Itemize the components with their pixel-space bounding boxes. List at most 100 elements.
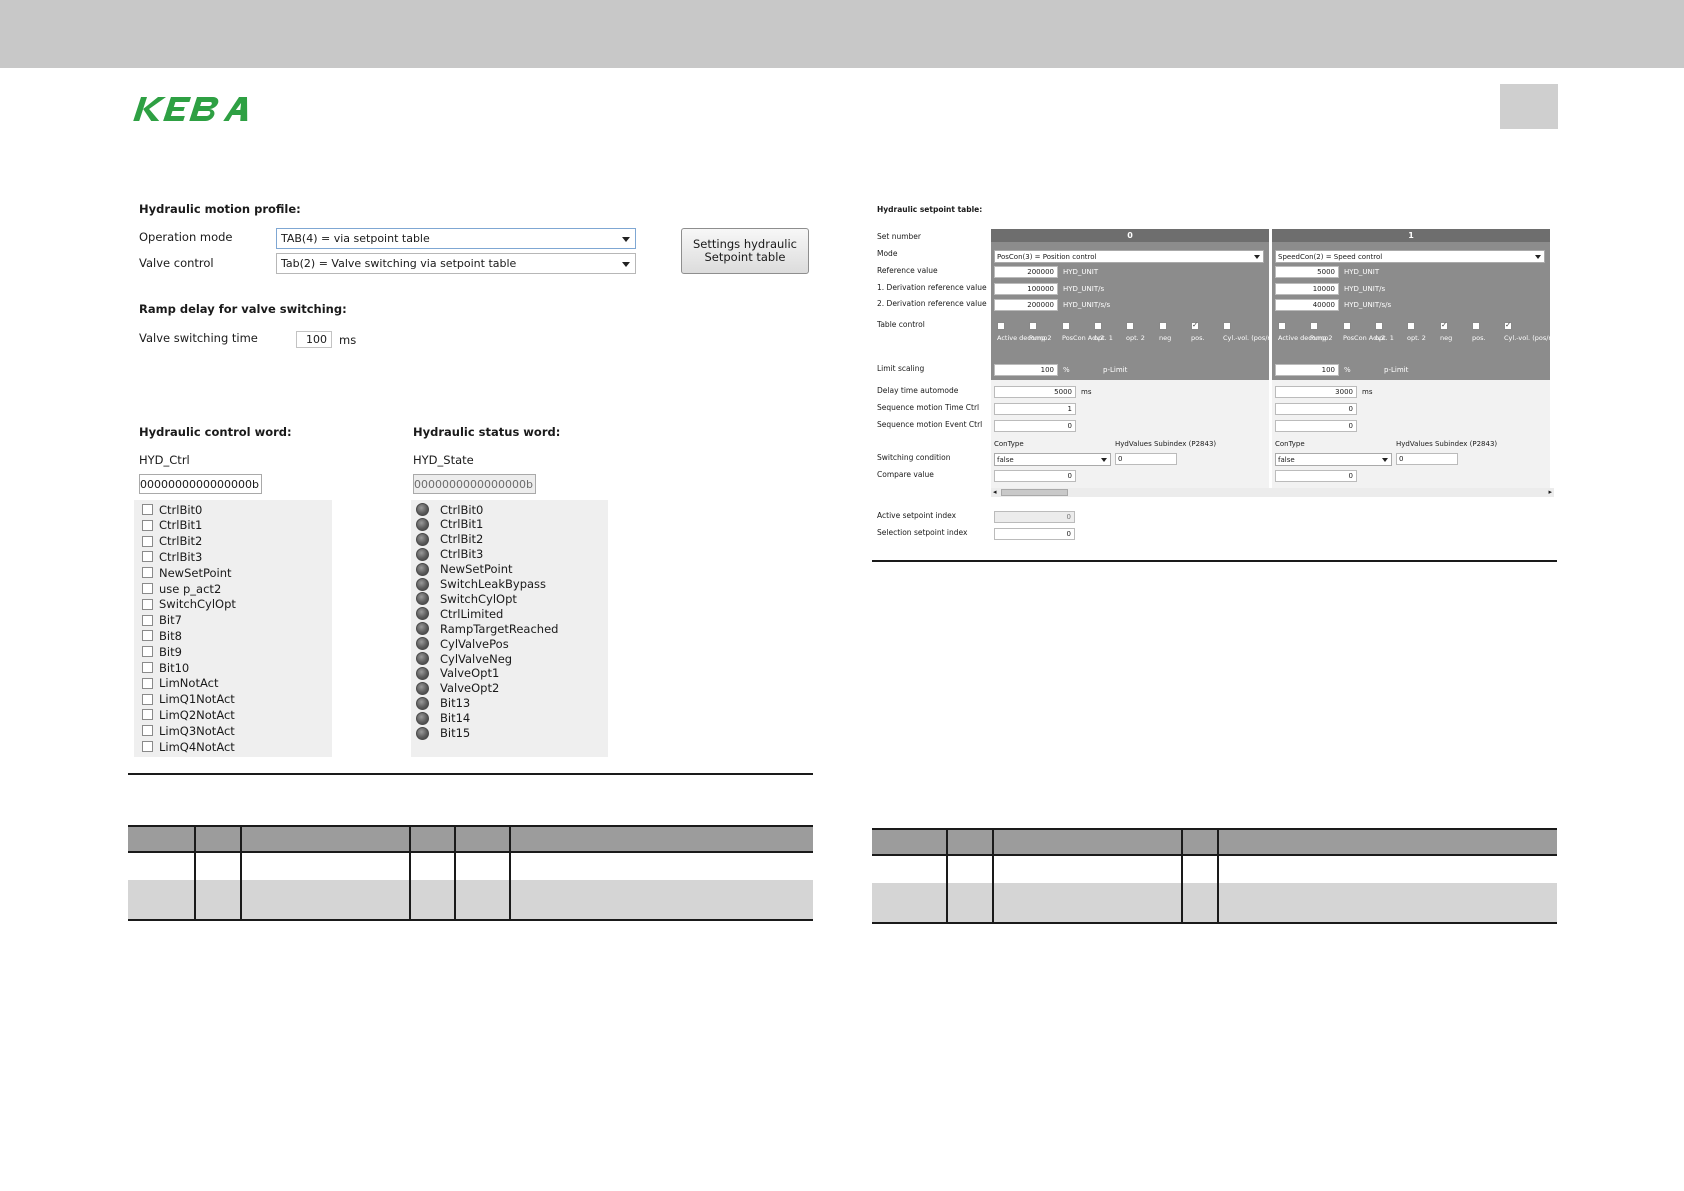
delay-time-input[interactable]: 5000 — [994, 386, 1076, 398]
scrollbar-thumb[interactable] — [1001, 489, 1068, 496]
checkbox-box[interactable] — [142, 519, 153, 531]
chevron-down-icon — [1101, 458, 1107, 462]
mode-select[interactable]: PosCon(3) = Position control — [994, 250, 1264, 263]
control-bit-checkbox[interactable]: Bit10 — [142, 660, 189, 675]
valve-switching-time-input[interactable]: 100 — [296, 331, 332, 348]
checkbox-box[interactable] — [142, 677, 153, 689]
control-word-value-field[interactable]: 0000000000000000b — [139, 474, 262, 494]
checkbox-box[interactable] — [142, 567, 153, 579]
control-bit-checkbox[interactable]: CtrlBit1 — [142, 518, 202, 533]
checkbox-box[interactable] — [142, 630, 153, 642]
reference-value-input[interactable]: 200000 — [994, 266, 1058, 278]
control-bit-checkbox[interactable]: Bit7 — [142, 613, 182, 628]
table-control-checkbox[interactable] — [1126, 322, 1134, 330]
operation-mode-select[interactable]: TAB(4) = via setpoint table — [276, 228, 636, 249]
control-bit-checkbox[interactable]: Bit8 — [142, 628, 182, 643]
seq-time-input[interactable]: 1 — [994, 403, 1076, 415]
checkbox-box[interactable] — [142, 614, 153, 626]
deriv2-input[interactable]: 200000 — [994, 299, 1058, 311]
table-control-checkbox[interactable] — [1310, 322, 1318, 330]
control-bit-checkbox[interactable]: Bit9 — [142, 644, 182, 659]
status-bit-label: Bit15 — [440, 726, 471, 740]
checkbox-box[interactable] — [142, 598, 153, 610]
checkbox-box[interactable] — [142, 725, 153, 737]
control-bit-checkbox[interactable]: CtrlBit3 — [142, 549, 202, 564]
control-bit-label: LimQ4NotAct — [159, 739, 235, 754]
checkbox-box[interactable] — [142, 693, 153, 705]
checkbox-box[interactable] — [142, 535, 153, 547]
control-bit-checkbox[interactable]: CtrlBit0 — [142, 502, 202, 517]
table-row — [128, 880, 813, 921]
deriv2-input[interactable]: 40000 — [1275, 299, 1339, 311]
scroll-left-icon[interactable]: ◂ — [993, 489, 997, 496]
table-control-checkbox[interactable] — [1223, 322, 1231, 330]
settings-setpoint-table-button[interactable]: Settings hydraulic Setpoint table — [681, 228, 809, 274]
chevron-down-icon — [622, 262, 630, 267]
checkbox-box[interactable] — [142, 504, 153, 515]
table-control-checkbox[interactable]: ✓ — [1504, 322, 1512, 330]
table-control-checkbox[interactable] — [1407, 322, 1415, 330]
control-bit-label: use p_act2 — [159, 581, 222, 596]
control-bit-checkbox[interactable]: LimQ3NotAct — [142, 723, 235, 738]
row-label-compare-value: Compare value — [877, 470, 934, 479]
table-control-checkbox[interactable] — [1062, 322, 1070, 330]
row-label-seq-time: Sequence motion Time Ctrl — [877, 403, 980, 412]
checkbox-box[interactable] — [142, 741, 153, 752]
delay-time-input[interactable]: 3000 — [1275, 386, 1357, 398]
checkbox-box[interactable] — [142, 583, 153, 594]
seq-event-input[interactable]: 0 — [994, 420, 1076, 432]
table-header — [872, 828, 1557, 856]
status-bit-label: NewSetPoint — [440, 562, 513, 577]
checkbox-box[interactable] — [142, 551, 153, 563]
seq-event-input[interactable]: 0 — [1275, 420, 1357, 432]
deriv1-input[interactable]: 100000 — [994, 283, 1058, 295]
table-control-checkbox[interactable] — [1375, 322, 1383, 330]
control-bit-checkbox[interactable]: use p_act2 — [142, 581, 221, 596]
table-control-checkbox[interactable] — [1472, 322, 1480, 330]
valve-control-value: Tab(2) = Valve switching via setpoint ta… — [281, 257, 517, 270]
led-icon — [416, 622, 429, 636]
table-divider — [454, 825, 456, 921]
selection-setpoint-index-field[interactable]: 0 — [994, 528, 1075, 540]
table-control-label: opt. 2 — [1126, 334, 1145, 342]
table-control-checkbox[interactable]: ✓ — [1191, 322, 1199, 330]
deriv1-input[interactable]: 10000 — [1275, 283, 1339, 295]
seq-time-input[interactable]: 0 — [1275, 403, 1357, 415]
mode-select[interactable]: SpeedCon(2) = Speed control — [1275, 250, 1545, 263]
checkbox-box[interactable] — [142, 662, 153, 673]
reference-value-input[interactable]: 5000 — [1275, 266, 1339, 278]
limit-scaling-input[interactable]: 100 — [1275, 364, 1339, 376]
table-control-checkbox[interactable] — [1159, 322, 1167, 330]
control-bit-checkbox[interactable]: CtrlBit2 — [142, 534, 202, 549]
control-bit-checkbox[interactable]: LimNotAct — [142, 676, 218, 691]
status-bit-indicator: CtrlLimited — [416, 606, 503, 621]
control-bit-checkbox[interactable]: LimQ1NotAct — [142, 692, 235, 707]
table-control-checkbox[interactable] — [1343, 322, 1351, 330]
table-control-checkbox[interactable]: ✓ — [1440, 322, 1448, 330]
table-control-label: pos. — [1472, 334, 1486, 342]
table-control-checkbox[interactable] — [1278, 322, 1286, 330]
control-bit-checkbox[interactable]: SwitchCylOpt — [142, 597, 236, 612]
scroll-right-icon[interactable]: ▸ — [1548, 489, 1552, 496]
contype-select[interactable]: false — [1275, 453, 1392, 466]
table-control-checkbox[interactable] — [1029, 322, 1037, 330]
table-control-checkbox[interactable] — [997, 322, 1005, 330]
table-row — [128, 853, 813, 880]
compare-value-input[interactable]: 0 — [1275, 470, 1357, 482]
limit-scaling-input[interactable]: 100 — [994, 364, 1058, 376]
subindex-input[interactable]: 0 — [1396, 453, 1458, 465]
contype-select[interactable]: false — [994, 453, 1111, 466]
control-bit-checkbox[interactable]: LimQ2NotAct — [142, 707, 235, 722]
checkbox-box[interactable] — [142, 646, 153, 658]
control-bit-checkbox[interactable]: LimQ4NotAct — [142, 739, 235, 754]
control-bit-checkbox[interactable]: NewSetPoint — [142, 565, 232, 580]
compare-value-input[interactable]: 0 — [994, 470, 1076, 482]
valve-control-select[interactable]: Tab(2) = Valve switching via setpoint ta… — [276, 253, 636, 274]
control-bit-label: LimQ3NotAct — [159, 723, 235, 738]
table-control-checkbox[interactable] — [1094, 322, 1102, 330]
subindex-input[interactable]: 0 — [1115, 453, 1177, 465]
horizontal-scrollbar[interactable]: ◂ ▸ — [991, 488, 1554, 497]
contype-label: ConType — [994, 440, 1024, 448]
status-word-value-field: 0000000000000000b — [413, 474, 536, 494]
checkbox-box[interactable] — [142, 709, 153, 721]
